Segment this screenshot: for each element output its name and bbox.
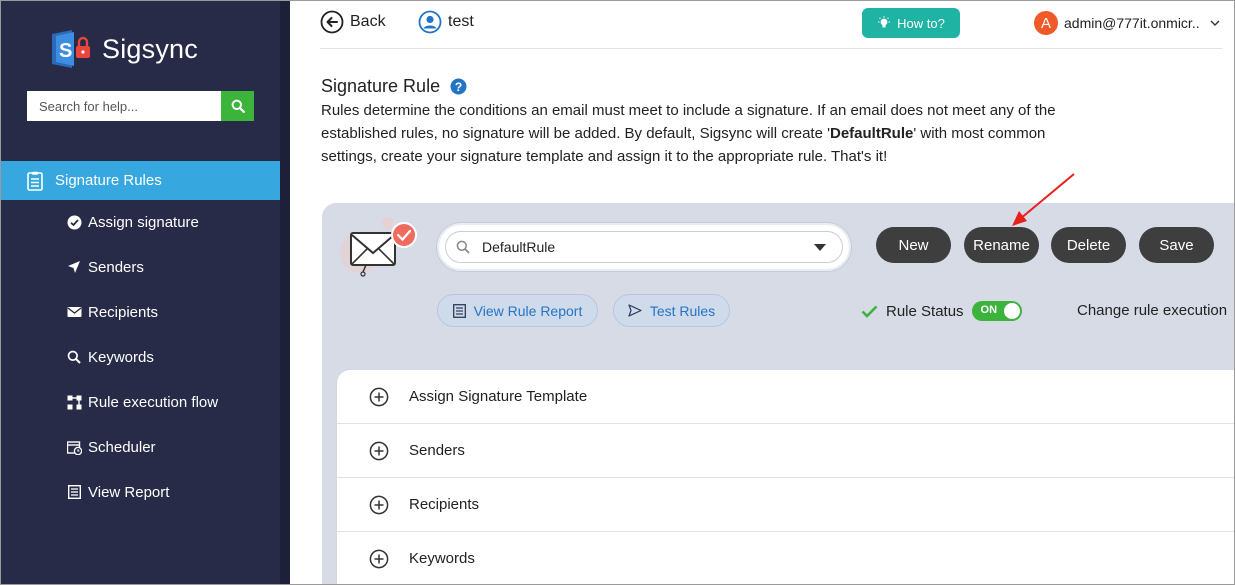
sidebar-item-label: View Report (88, 483, 170, 501)
rule-select-field[interactable]: DefaultRule (445, 231, 843, 263)
logo: S Sigsync (50, 27, 198, 71)
description-bold: DefaultRule (829, 125, 914, 142)
page-title-text: Signature Rule (321, 76, 441, 96)
help-search-button[interactable] (221, 91, 254, 121)
section-keywords[interactable]: Keywords (337, 532, 1234, 584)
plus-circle-icon (369, 495, 389, 515)
user-label: test (448, 13, 474, 30)
page-title: Signature Rule ? (321, 76, 467, 97)
rule-select[interactable]: DefaultRule (437, 223, 851, 271)
how-to-label: How to? (897, 15, 945, 31)
sidebar-item-assign-signature[interactable]: Assign signature (66, 211, 199, 233)
user-icon (418, 10, 442, 34)
email-check-icon (336, 213, 426, 281)
change-rule-execution-link[interactable]: Change rule execution (1077, 302, 1227, 319)
test-rules-label: Test Rules (649, 302, 716, 319)
app-window: S Sigsync Signature Rules (0, 0, 1235, 585)
sidebar-item-label: Keywords (88, 348, 154, 366)
sidebar-item-label: Rule execution flow (88, 393, 219, 411)
rule-status: Rule Status ON (861, 301, 1022, 321)
avatar: A (1034, 11, 1058, 35)
new-rule-button[interactable]: New (876, 227, 951, 263)
sidebar-item-keywords[interactable]: Keywords (66, 346, 154, 368)
back-arrow-icon (320, 10, 344, 34)
rule-select-value: DefaultRule (482, 239, 556, 255)
toggle-label: ON (980, 304, 998, 316)
sidebar-item-label: Signature Rules (55, 172, 162, 189)
how-to-button[interactable]: How to? (862, 8, 960, 38)
top-header: Back test How to? A admin@777it.onmicr.. (320, 1, 1222, 49)
lightbulb-icon (877, 16, 891, 30)
section-senders[interactable]: Senders (337, 424, 1234, 478)
page-description: Rules determine the conditions an email … (321, 99, 1101, 168)
sidebar-item-label: Assign signature (88, 213, 199, 231)
section-label: Keywords (409, 550, 475, 567)
chevron-down-icon (1210, 20, 1220, 26)
help-search-input[interactable] (27, 91, 221, 121)
sidebar-item-recipients[interactable]: Recipients (66, 301, 158, 323)
svg-text:S: S (59, 40, 72, 62)
paper-plane-icon (66, 260, 82, 274)
back-label: Back (350, 13, 386, 30)
user-chip[interactable]: test (418, 10, 474, 34)
back-button[interactable]: Back (320, 10, 386, 34)
sidebar-item-rule-execution-flow[interactable]: Rule execution flow (66, 391, 218, 413)
section-label: Recipients (409, 496, 480, 513)
envelope-icon (66, 306, 82, 318)
brand-name: Sigsync (102, 33, 198, 64)
section-assign-signature-template[interactable]: Assign Signature Template (337, 370, 1234, 424)
account-menu[interactable]: A admin@777it.onmicr.. (1034, 11, 1220, 35)
plus-circle-icon (369, 441, 389, 461)
sidebar-scrollbar[interactable] (280, 1, 290, 584)
account-email: admin@777it.onmicr.. (1064, 15, 1200, 31)
annotation-arrow-icon (1006, 171, 1078, 234)
search-icon (231, 99, 245, 113)
test-rules-button[interactable]: Test Rules (613, 294, 730, 327)
sidebar: S Sigsync Signature Rules (1, 1, 280, 584)
sidebar-item-label: Senders (88, 258, 144, 276)
report-icon (452, 303, 466, 318)
toggle-knob (1003, 303, 1020, 319)
sidebar-item-label: Scheduler (88, 438, 156, 456)
report-icon (66, 485, 82, 499)
send-outline-icon (628, 304, 642, 317)
flow-icon (66, 395, 82, 410)
section-label: Senders (409, 442, 465, 459)
save-rule-button[interactable]: Save (1139, 227, 1214, 263)
sidebar-item-signature-rules[interactable]: Signature Rules (1, 161, 280, 200)
magnifier-icon (66, 350, 82, 364)
check-circle-icon (66, 215, 82, 230)
search-icon (456, 240, 470, 254)
rule-status-toggle[interactable]: ON (971, 301, 1022, 321)
sidebar-item-senders[interactable]: Senders (66, 256, 144, 278)
rule-sections: Assign Signature Template Senders Recipi… (336, 369, 1234, 584)
plus-circle-icon (369, 549, 389, 569)
rule-status-label: Rule Status (886, 302, 964, 320)
svg-text:?: ? (455, 80, 462, 94)
section-label: Assign Signature Template (409, 388, 588, 405)
calendar-icon (66, 440, 82, 455)
view-rule-report-label: View Rule Report (473, 302, 583, 319)
caret-down-icon (814, 244, 826, 251)
list-document-icon (25, 171, 45, 191)
view-rule-report-button[interactable]: View Rule Report (437, 294, 598, 327)
plus-circle-icon (369, 387, 389, 407)
help-search (27, 91, 254, 121)
sidebar-item-scheduler[interactable]: Scheduler (66, 436, 156, 458)
help-circle-icon[interactable]: ? (450, 78, 467, 95)
checkmark-icon (861, 305, 878, 318)
sidebar-item-label: Recipients (88, 303, 159, 321)
sigsync-logo-icon: S (50, 28, 96, 70)
section-recipients[interactable]: Recipients (337, 478, 1234, 532)
sidebar-item-view-report[interactable]: View Report (66, 481, 169, 503)
